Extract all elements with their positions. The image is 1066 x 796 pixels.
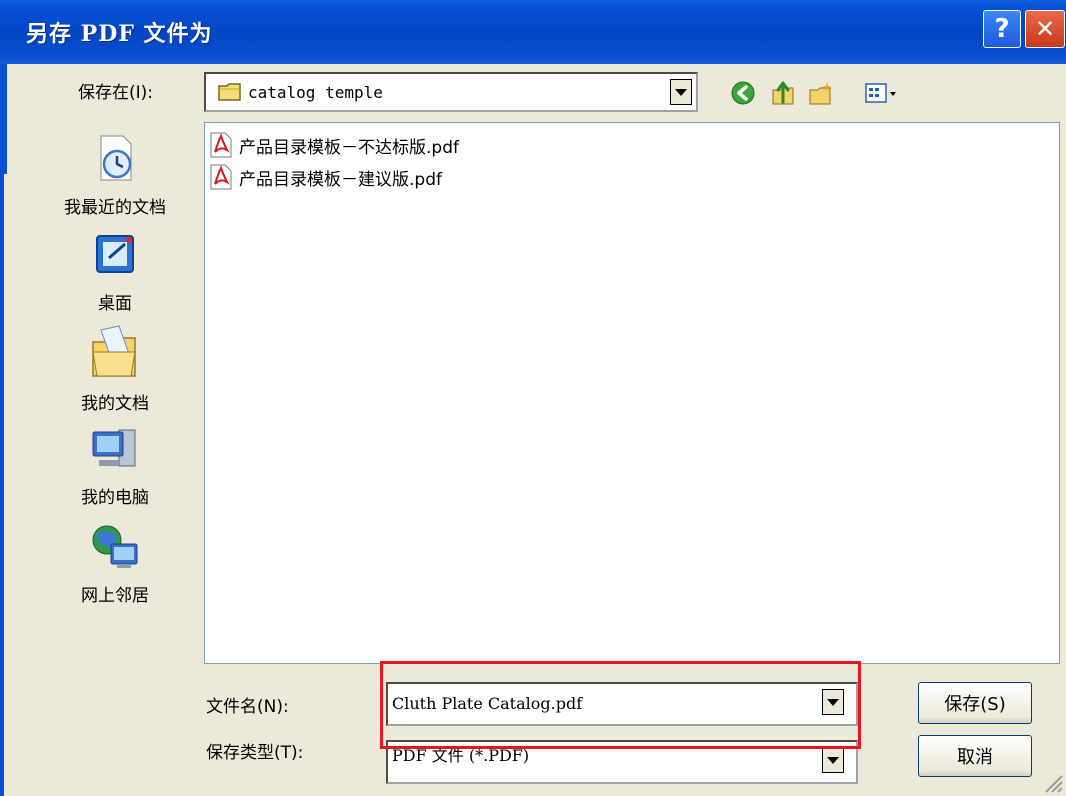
- file-name: 产品目录模板－不达标版.pdf: [239, 137, 459, 158]
- file-type-label: 保存类型(T):: [206, 743, 304, 763]
- file-name-label: 文件名(N):: [206, 697, 289, 717]
- place-label: 我最近的文档: [64, 198, 166, 218]
- view-menu-icon[interactable]: [864, 80, 902, 106]
- place-recent-documents[interactable]: 我最近的文档: [55, 132, 175, 218]
- place-my-computer[interactable]: 我的电脑: [55, 426, 175, 508]
- network-places-icon: [92, 525, 138, 568]
- save-in-dropdown[interactable]: catalog temple: [204, 72, 698, 112]
- cancel-button[interactable]: 取消: [918, 735, 1032, 777]
- close-button[interactable]: ✕: [1025, 10, 1065, 48]
- resize-grip-icon[interactable]: [1040, 770, 1064, 794]
- window-border-accent: [4, 64, 7, 174]
- save-button[interactable]: 保存(S): [918, 682, 1032, 724]
- my-documents-icon: [92, 325, 136, 377]
- back-icon[interactable]: [730, 80, 756, 106]
- place-label: 我的电脑: [81, 488, 149, 508]
- file-item[interactable]: 产品目录模板－建议版.pdf: [209, 163, 442, 191]
- pdf-file-icon: [210, 132, 232, 158]
- file-name: 产品目录模板－建议版.pdf: [239, 169, 442, 190]
- file-type-dropdown-button[interactable]: [822, 747, 844, 773]
- place-label: 桌面: [98, 294, 132, 314]
- place-my-documents[interactable]: 我的文档: [55, 324, 175, 414]
- chevron-down-icon: [675, 88, 687, 96]
- new-folder-icon[interactable]: [808, 80, 834, 106]
- place-desktop[interactable]: 桌面: [55, 232, 175, 314]
- file-item[interactable]: 产品目录模板－不达标版.pdf: [209, 131, 459, 159]
- help-icon: ?: [994, 14, 1010, 44]
- help-button[interactable]: ?: [983, 10, 1021, 48]
- save-in-dropdown-button[interactable]: [670, 79, 692, 105]
- desktop-icon: [96, 235, 134, 273]
- file-list[interactable]: 产品目录模板－不达标版.pdf 产品目录模板－建议版.pdf: [204, 122, 1060, 664]
- place-label: 我的文档: [81, 394, 149, 414]
- place-label: 网上邻居: [81, 586, 149, 606]
- folder-icon: [218, 83, 241, 101]
- save-in-label: 保存在(I):: [78, 83, 154, 103]
- highlight-box: [380, 661, 861, 749]
- close-icon: ✕: [1034, 15, 1056, 43]
- save-in-value: catalog temple: [248, 83, 383, 102]
- pdf-file-icon: [210, 164, 232, 190]
- window-title: 另存 PDF 文件为: [26, 21, 213, 47]
- up-folder-icon[interactable]: [770, 80, 796, 106]
- my-computer-icon: [92, 429, 136, 467]
- place-network[interactable]: 网上邻居: [55, 524, 175, 606]
- chevron-down-icon: [827, 756, 839, 764]
- recent-documents-icon: [100, 135, 132, 181]
